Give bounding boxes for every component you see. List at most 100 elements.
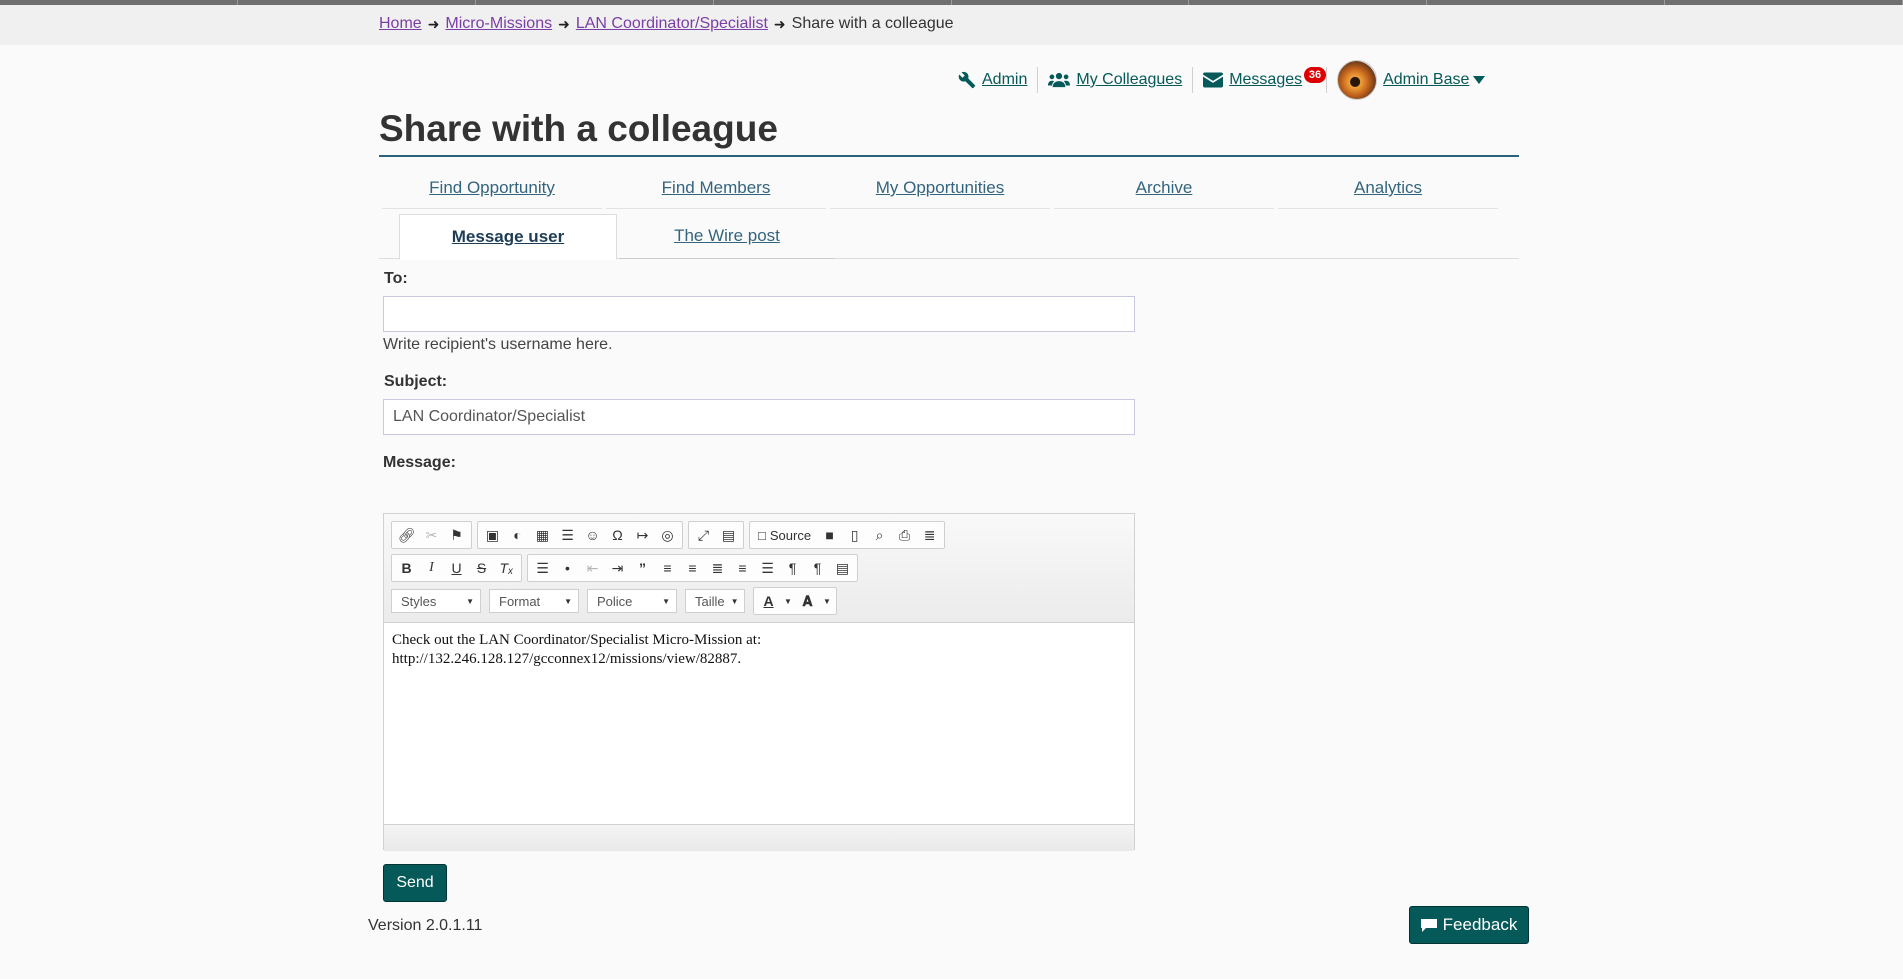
- image-icon[interactable]: ▣: [480, 523, 505, 547]
- title-divider: [379, 155, 1519, 157]
- flash-icon[interactable]: ◐: [505, 523, 530, 547]
- caret-down-icon[interactable]: ▼: [820, 589, 834, 613]
- tab-find-members[interactable]: Find Members: [606, 167, 826, 209]
- text-color-icon[interactable]: A: [756, 589, 781, 613]
- show-blocks-icon[interactable]: ▤: [716, 523, 741, 547]
- tab-analytics-link[interactable]: Analytics: [1354, 178, 1422, 197]
- italic-icon[interactable]: I: [419, 556, 444, 580]
- anchor-flag-icon[interactable]: ⚑: [444, 523, 469, 547]
- colleagues-link[interactable]: My Colleagues: [1076, 71, 1182, 89]
- tab-find-opportunity-link[interactable]: Find Opportunity: [429, 178, 555, 197]
- to-input[interactable]: [383, 296, 1135, 332]
- arrow-right-icon: ➜: [773, 15, 786, 32]
- language-icon[interactable]: ▤: [830, 556, 855, 580]
- numbered-list-icon[interactable]: ☰: [530, 556, 555, 580]
- breadcrumb-mission[interactable]: LAN Coordinator/Specialist: [576, 15, 768, 33]
- source-icon: □: [758, 527, 766, 543]
- format-label: Format: [499, 593, 541, 609]
- toolbar-group: ▣ ◐ ▦ ☰ ☺ Ω ↦ ◎: [477, 521, 683, 549]
- table-icon[interactable]: ▦: [530, 523, 555, 547]
- caret-down-icon[interactable]: ▼: [781, 589, 795, 613]
- admin-menu-item[interactable]: Admin: [948, 71, 1037, 89]
- link-icon[interactable]: 🔗︎: [394, 523, 419, 547]
- tab-analytics[interactable]: Analytics: [1278, 167, 1498, 209]
- message-line: http://132.246.128.127/gcconnex12/missio…: [392, 651, 742, 667]
- arrow-right-icon: ➜: [427, 15, 440, 32]
- unlink-icon[interactable]: ✂: [419, 523, 444, 547]
- templates-icon[interactable]: ≣: [917, 523, 942, 547]
- tab-archive[interactable]: Archive: [1054, 167, 1274, 209]
- font-dropdown[interactable]: Police ▼: [587, 589, 677, 613]
- user-name-link[interactable]: Admin Base: [1383, 71, 1469, 89]
- editor-statusbar: [384, 824, 1134, 851]
- preview-icon[interactable]: ⌕: [867, 523, 892, 547]
- caret-down-icon: ▼: [662, 596, 670, 606]
- horizontal-line-icon[interactable]: ☰: [555, 523, 580, 547]
- justify-icon[interactable]: ☰: [755, 556, 780, 580]
- print-icon[interactable]: ⎙: [892, 523, 917, 547]
- messages-menu-item[interactable]: Messages 36: [1193, 67, 1327, 89]
- smiley-icon[interactable]: ☺: [580, 523, 605, 547]
- size-label: Taille: [695, 593, 725, 609]
- breadcrumb-micro-missions[interactable]: Micro-Missions: [445, 15, 552, 33]
- strikethrough-icon[interactable]: S: [469, 556, 494, 580]
- feedback-label: Feedback: [1442, 915, 1518, 934]
- toolbar-group: □ Source ■ ▯ ⌕ ⎙ ≣: [749, 521, 946, 549]
- tab-archive-link[interactable]: Archive: [1136, 178, 1193, 197]
- background-color-icon[interactable]: 𝐀: [795, 589, 820, 613]
- remove-format-icon[interactable]: Tₓ: [494, 556, 519, 580]
- subject-label: Subject:: [384, 373, 448, 390]
- tab-wire-post-link[interactable]: The Wire post: [674, 226, 780, 245]
- save-icon[interactable]: ■: [817, 523, 842, 547]
- maximize-icon[interactable]: ⤢: [691, 523, 716, 547]
- outdent-icon[interactable]: ⇤: [580, 556, 605, 580]
- tab-message-user[interactable]: Message user: [399, 214, 617, 260]
- format-dropdown[interactable]: Format ▼: [489, 589, 579, 613]
- subject-input[interactable]: [383, 399, 1135, 435]
- iframe-globe-icon[interactable]: ◎: [655, 523, 680, 547]
- tab-message-user-link[interactable]: Message user: [452, 227, 564, 246]
- indent-icon[interactable]: ⇥: [605, 556, 630, 580]
- editor-content[interactable]: Check out the LAN Coordinator/Specialist…: [384, 623, 1134, 824]
- messages-count-badge: 36: [1303, 67, 1327, 83]
- caret-down-icon[interactable]: [1473, 76, 1486, 84]
- message-line: Check out the LAN Coordinator/Specialist…: [392, 632, 762, 648]
- bold-icon[interactable]: B: [394, 556, 419, 580]
- align-center-icon[interactable]: ≣: [705, 556, 730, 580]
- align-left-icon[interactable]: ≡: [680, 556, 705, 580]
- size-dropdown[interactable]: Taille ▼: [685, 589, 745, 613]
- tab-find-opportunity[interactable]: Find Opportunity: [382, 167, 602, 209]
- new-page-icon[interactable]: ▯: [842, 523, 867, 547]
- align-right-icon[interactable]: ≡: [730, 556, 755, 580]
- page-break-icon[interactable]: ↦: [630, 523, 655, 547]
- styles-dropdown[interactable]: Styles ▼: [391, 589, 481, 613]
- colleagues-menu-item[interactable]: My Colleagues: [1038, 71, 1192, 89]
- rich-text-editor: 🔗︎ ✂ ⚑ ▣ ◐ ▦ ☰ ☺ Ω ↦ ◎ ⤢ ▤ □ Source ■ ▯ …: [383, 513, 1135, 851]
- breadcrumb-home[interactable]: Home: [379, 15, 422, 33]
- tab-my-opportunities[interactable]: My Opportunities: [830, 167, 1050, 209]
- bulleted-list-icon[interactable]: •: [555, 556, 580, 580]
- tab-my-opportunities-link[interactable]: My Opportunities: [876, 178, 1005, 197]
- main-nav: Find Opportunity Find Members My Opportu…: [382, 167, 1502, 209]
- toolbar-row: 🔗︎ ✂ ⚑ ▣ ◐ ▦ ☰ ☺ Ω ↦ ◎ ⤢ ▤ □ Source ■ ▯ …: [391, 521, 950, 549]
- send-button[interactable]: Send: [383, 864, 447, 902]
- user-profile-menu[interactable]: Admin Base: [1327, 60, 1501, 100]
- arrow-right-icon: ➜: [558, 15, 570, 32]
- rtl-icon[interactable]: ¶: [805, 556, 830, 580]
- admin-link[interactable]: Admin: [982, 71, 1027, 89]
- source-button[interactable]: □ Source: [752, 523, 817, 547]
- ltr-icon[interactable]: ¶: [780, 556, 805, 580]
- feedback-button[interactable]: Feedback: [1409, 906, 1529, 944]
- underline-icon[interactable]: U: [444, 556, 469, 580]
- tab-wire-post[interactable]: The Wire post: [619, 214, 835, 259]
- avatar[interactable]: [1337, 60, 1378, 100]
- source-label: Source: [769, 527, 812, 543]
- div-container-icon[interactable]: ≡: [655, 556, 680, 580]
- tab-find-members-link[interactable]: Find Members: [662, 178, 771, 197]
- to-label: To:: [384, 270, 408, 287]
- caret-down-icon: ▼: [564, 596, 572, 606]
- blockquote-icon[interactable]: ”: [630, 556, 655, 580]
- messages-link[interactable]: Messages: [1229, 71, 1302, 89]
- toolbar-group: 🔗︎ ✂ ⚑: [391, 521, 472, 549]
- special-char-icon[interactable]: Ω: [605, 523, 630, 547]
